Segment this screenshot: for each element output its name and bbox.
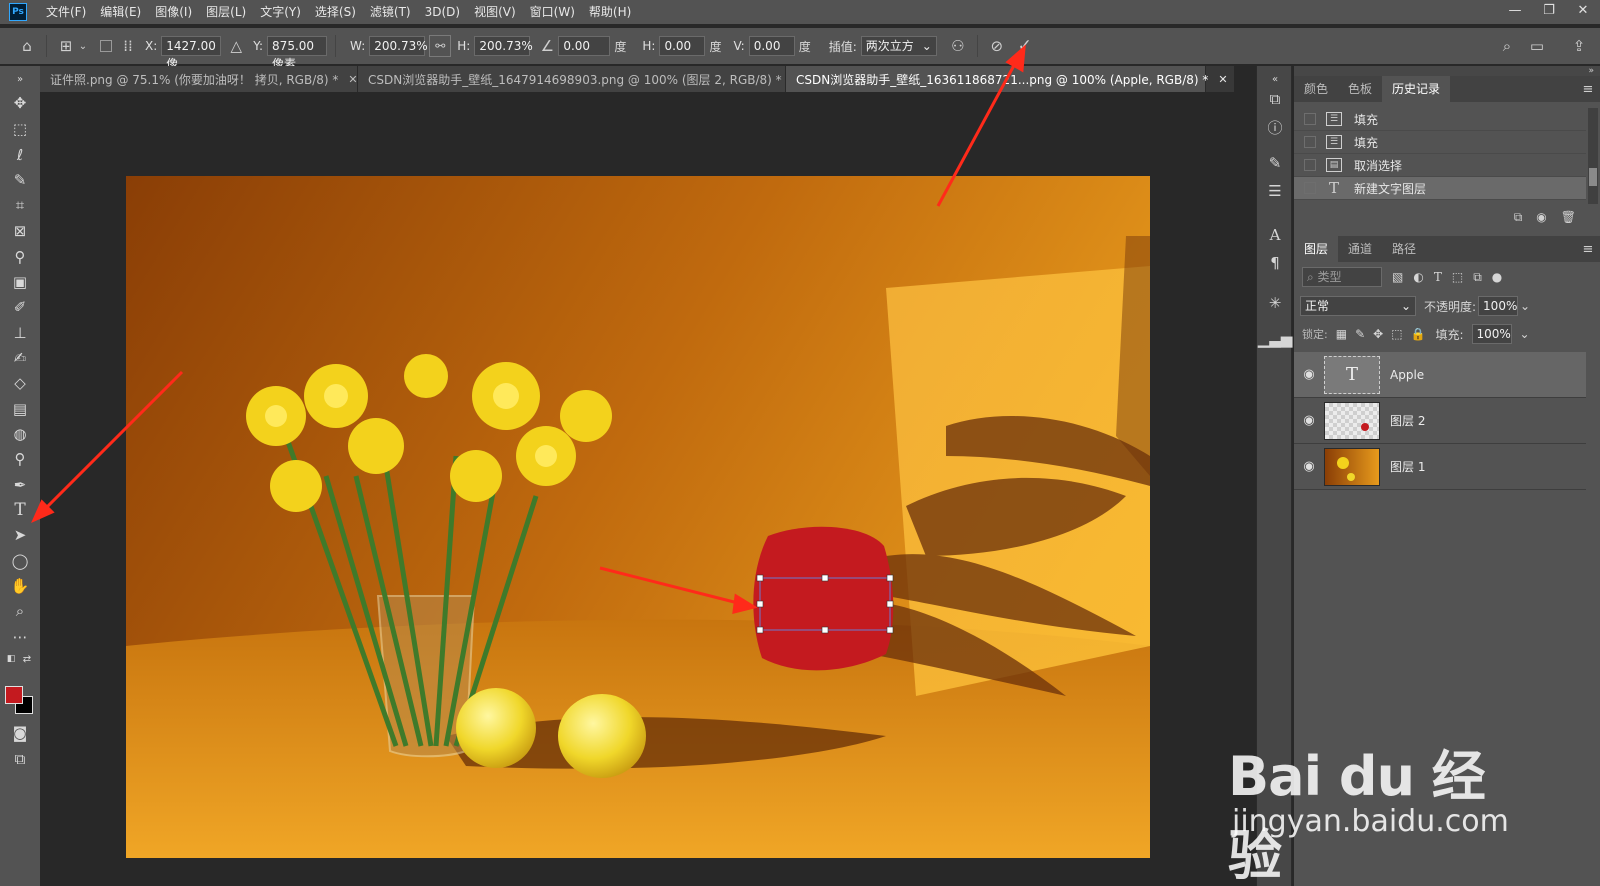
filter-smart-object-icon[interactable]: ⧉ (1473, 270, 1482, 285)
new-document-from-state-icon[interactable]: ⧉ (1514, 210, 1523, 225)
history-step-icon: ☰ (1326, 112, 1342, 126)
tab-paths[interactable]: 路径 (1382, 236, 1426, 262)
history-panel-tabs: 颜色 色板 历史记录 ≡ (1294, 76, 1600, 102)
history-label: 填充 (1354, 112, 1379, 127)
history-label: 填充 (1354, 135, 1379, 150)
history-checkbox[interactable] (1304, 159, 1316, 171)
right-panels: » 颜色 色板 历史记录 ≡ ☰ 填充 ☰ 填充 ▤ 取消选择 T 新建文字图层… (1294, 66, 1600, 886)
blend-mode-select[interactable]: 正常 ⌄ (1300, 296, 1416, 316)
photoshop-window: Ps 文件(F) 编辑(E) 图像(I) 图层(L) 文字(Y) 选择(S) 滤… (0, 0, 1600, 886)
paragraph-icon[interactable]: ¶ (1263, 252, 1287, 274)
layer-row-apple[interactable]: ◉ T Apple (1294, 352, 1586, 398)
history-label: 取消选择 (1354, 158, 1403, 173)
filter-toggle-icon[interactable]: ● (1492, 270, 1502, 284)
blend-row: 正常 ⌄ 不透明度: 100% ⌄ (1294, 292, 1600, 320)
tab-history[interactable]: 历史记录 (1382, 76, 1451, 102)
collapse-panels-icon[interactable]: « (1263, 68, 1287, 90)
layer-2-thumbnail (1324, 401, 1380, 440)
adjustments-icon[interactable]: ☰ (1263, 180, 1287, 202)
lock-position-icon[interactable]: ✥ (1373, 327, 1383, 341)
histogram-icon[interactable]: ▁▃▅ (1258, 328, 1293, 350)
brush-settings-icon[interactable]: ✎ (1263, 152, 1287, 174)
visibility-eye-icon[interactable]: ◉ (1294, 459, 1324, 474)
history-checkbox[interactable] (1304, 182, 1316, 194)
opacity-label: 不透明度: (1424, 299, 1477, 314)
filter-shape-icon[interactable]: ⬚ (1452, 270, 1463, 284)
fill-field[interactable]: 100% (1471, 324, 1512, 344)
info-icon[interactable]: ⓘ (1263, 116, 1287, 138)
lock-all-icon[interactable]: 🔒 (1411, 327, 1426, 341)
history-label: 新建文字图层 (1354, 181, 1427, 196)
layer-row-layer-2[interactable]: ◉ 图层 2 (1294, 398, 1586, 444)
libraries-icon[interactable]: ⧉ (1263, 88, 1287, 110)
history-step-icon: ▤ (1326, 158, 1342, 172)
filter-adjustment-icon[interactable]: ◐ (1413, 270, 1423, 284)
blend-mode-value: 正常 (1305, 299, 1330, 313)
chevron-down-icon[interactable]: ⌄ (1520, 299, 1530, 313)
history-list: ☰ 填充 ☰ 填充 ▤ 取消选择 T 新建文字图层 (1294, 108, 1586, 200)
tab-layers[interactable]: 图层 (1294, 236, 1339, 262)
layer-name: Apple (1390, 367, 1425, 382)
camera-icon[interactable]: ◉ (1536, 210, 1546, 224)
layer-filter-row: ⌕ 类型 ▧ ◐ T ⬚ ⧉ ● (1294, 262, 1600, 292)
layer-1-thumbnail (1324, 447, 1380, 486)
layers-panel-tabs: 图层 通道 路径 ≡ (1294, 236, 1600, 262)
lock-transparent-icon[interactable]: ▦ (1336, 327, 1347, 341)
history-scrollbar[interactable] (1588, 108, 1598, 204)
layer-row-layer-1[interactable]: ◉ 图层 1 (1294, 444, 1586, 490)
lock-label: 锁定: (1302, 328, 1328, 341)
panel-menu-icon[interactable]: ≡ (1576, 236, 1600, 262)
history-item-new-text-layer[interactable]: T 新建文字图层 (1294, 177, 1586, 200)
history-checkbox[interactable] (1304, 136, 1316, 148)
chevron-down-icon[interactable]: ⌄ (1520, 327, 1530, 341)
history-footer: ⧉ ◉ 🗑 (1294, 204, 1600, 230)
opacity-field[interactable]: 100% (1478, 296, 1519, 316)
type-icon: T (1328, 179, 1339, 197)
layer-filter-select[interactable]: ⌕ 类型 (1302, 267, 1382, 287)
trash-icon[interactable]: 🗑 (1561, 210, 1576, 224)
visibility-eye-icon[interactable]: ◉ (1294, 367, 1324, 382)
text-layer-thumbnail-icon: T (1324, 355, 1380, 394)
tab-channels[interactable]: 通道 (1338, 236, 1382, 262)
layers-list: ◉ T Apple ◉ 图层 2 ◉ 图层 1 (1294, 352, 1586, 490)
tab-color[interactable]: 颜色 (1294, 76, 1338, 102)
history-item-fill-1[interactable]: ☰ 填充 (1294, 108, 1586, 131)
layer-name: 图层 2 (1390, 414, 1426, 428)
panel-icon-strip: « ⧉ ⓘ ✎ ☰ A ¶ ✳ ▁▃▅ (1256, 66, 1292, 886)
character-icon[interactable]: A (1263, 224, 1287, 246)
collapse-right-icon[interactable]: » (1294, 66, 1600, 76)
panel-menu-icon[interactable]: ≡ (1576, 76, 1600, 102)
lock-image-icon[interactable]: ✎ (1355, 327, 1365, 341)
history-item-deselect[interactable]: ▤ 取消选择 (1294, 154, 1586, 177)
filter-type-icon[interactable]: T (1434, 270, 1442, 284)
tab-swatches[interactable]: 色板 (1338, 76, 1382, 102)
layer-name: 图层 1 (1390, 460, 1426, 474)
chevron-down-icon: ⌄ (1400, 299, 1411, 313)
scrollbar-thumb[interactable] (1589, 168, 1597, 186)
history-step-icon: ☰ (1326, 135, 1342, 149)
filter-pixel-icon[interactable]: ▧ (1392, 270, 1403, 284)
history-item-fill-2[interactable]: ☰ 填充 (1294, 131, 1586, 154)
history-checkbox[interactable] (1304, 113, 1316, 125)
fill-label: 填充: (1435, 327, 1464, 342)
navigator-icon[interactable]: ✳ (1263, 292, 1287, 314)
visibility-eye-icon[interactable]: ◉ (1294, 413, 1324, 428)
lock-row: 锁定: ▦ ✎ ✥ ⬚ 🔒 填充: 100% ⌄ (1294, 320, 1600, 348)
filter-label: 类型 (1317, 270, 1342, 284)
lock-artboard-icon[interactable]: ⬚ (1391, 327, 1402, 341)
